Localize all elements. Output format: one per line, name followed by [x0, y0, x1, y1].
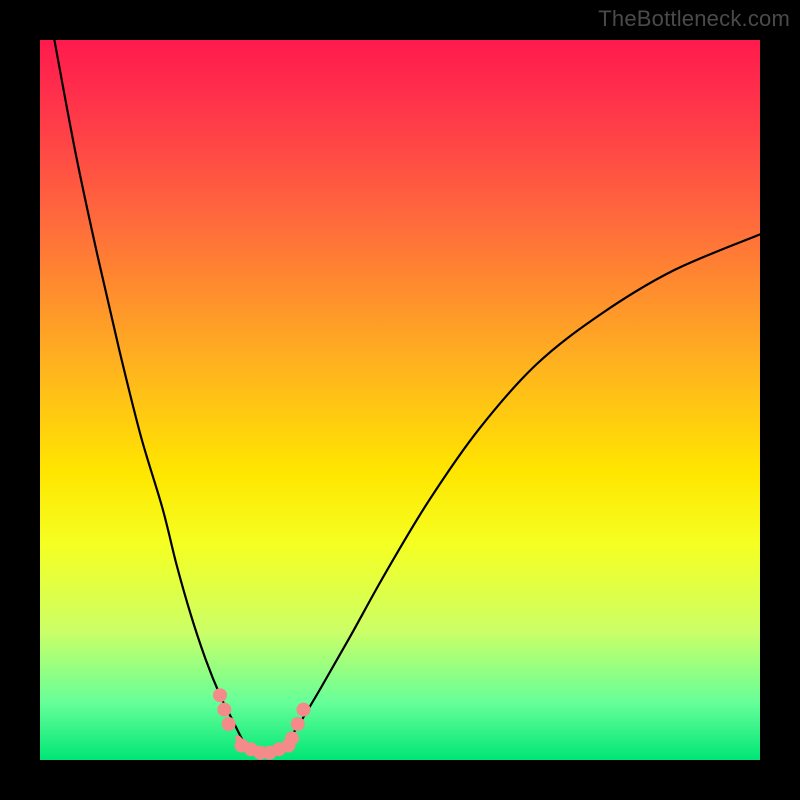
marker-right-dots — [297, 703, 311, 717]
marker-right-dots — [291, 717, 305, 731]
marker-left-dots — [217, 703, 231, 717]
series-right-arm — [285, 234, 760, 745]
marker-floor-dots — [281, 739, 295, 753]
marker-left-dots — [213, 688, 227, 702]
marker-left-dots — [222, 717, 236, 731]
curve-layer — [40, 40, 760, 760]
watermark-text: TheBottleneck.com — [598, 6, 790, 32]
plot-area — [40, 40, 760, 760]
series-left-arm — [54, 40, 245, 746]
chart-frame: TheBottleneck.com — [0, 0, 800, 800]
